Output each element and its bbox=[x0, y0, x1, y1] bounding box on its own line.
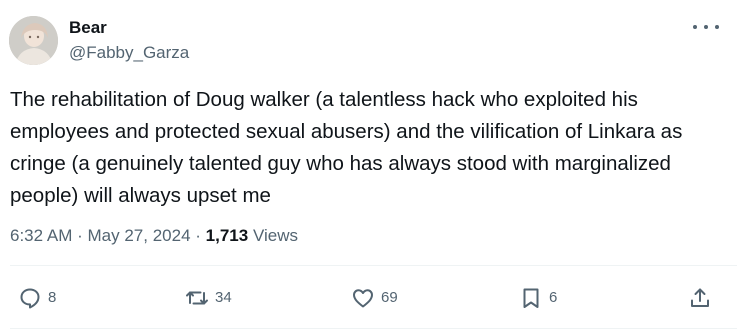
meta-separator: · bbox=[77, 226, 83, 245]
reply-count: 8 bbox=[48, 289, 57, 306]
tweet-metadata: 6:32 AM · May 27, 2024 · 1,713 Views bbox=[10, 225, 298, 247]
tweet-text: The rehabilitation of Doug walker (a tal… bbox=[10, 88, 683, 207]
repost-button[interactable]: 34 bbox=[185, 284, 232, 312]
author-handle[interactable]: @Fabby_Garza bbox=[69, 43, 189, 63]
tweet-time[interactable]: 6:32 AM bbox=[10, 226, 72, 245]
meta-separator-2: · bbox=[195, 226, 201, 245]
tweet-card: Bear @Fabby_Garza The rehabilitation of … bbox=[0, 0, 747, 336]
bookmark-button[interactable]: 6 bbox=[519, 284, 557, 312]
tweet-date[interactable]: May 27, 2024 bbox=[88, 226, 191, 245]
author-name[interactable]: Bear bbox=[69, 18, 107, 38]
share-button[interactable] bbox=[688, 284, 712, 312]
more-options-button[interactable] bbox=[693, 16, 719, 38]
bookmark-count: 6 bbox=[549, 289, 558, 306]
bookmark-icon bbox=[523, 288, 539, 308]
avatar-image bbox=[9, 16, 58, 65]
like-count: 69 bbox=[381, 289, 398, 306]
divider bbox=[10, 328, 737, 329]
reply-icon bbox=[20, 288, 40, 309]
repost-count: 34 bbox=[215, 289, 232, 306]
heart-icon bbox=[353, 289, 373, 308]
views-count: 1,713 bbox=[205, 226, 249, 245]
like-button[interactable]: 69 bbox=[351, 284, 398, 312]
share-icon bbox=[691, 288, 709, 307]
reply-button[interactable]: 8 bbox=[18, 284, 56, 312]
divider bbox=[10, 265, 737, 266]
views-label: Views bbox=[252, 226, 298, 245]
more-horizontal-icon bbox=[693, 25, 697, 29]
avatar[interactable] bbox=[9, 16, 58, 65]
repost-icon bbox=[186, 291, 208, 305]
